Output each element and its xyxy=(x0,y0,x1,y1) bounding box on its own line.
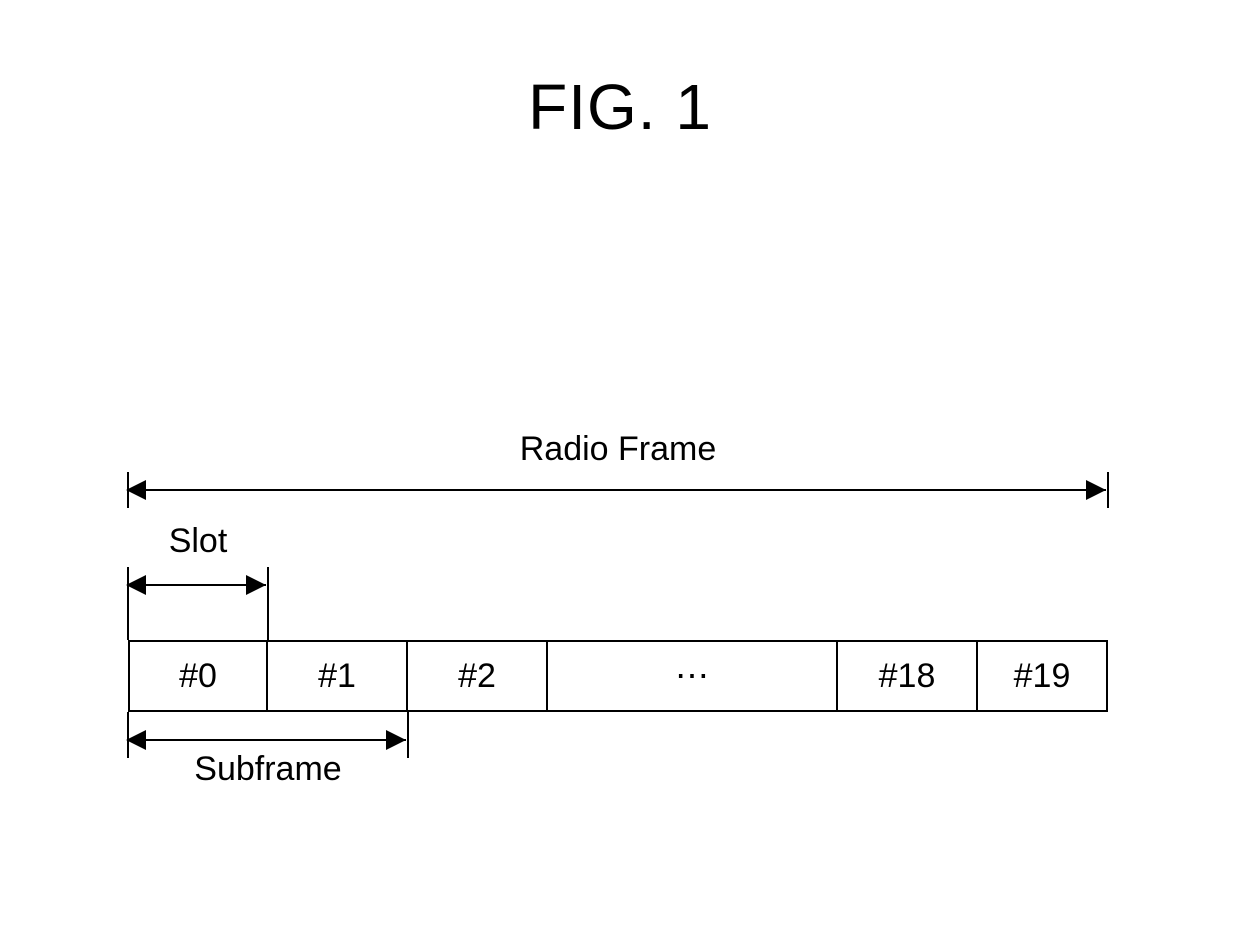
dimension-arrows xyxy=(128,430,1108,800)
figure-title: FIG. 1 xyxy=(0,70,1240,144)
